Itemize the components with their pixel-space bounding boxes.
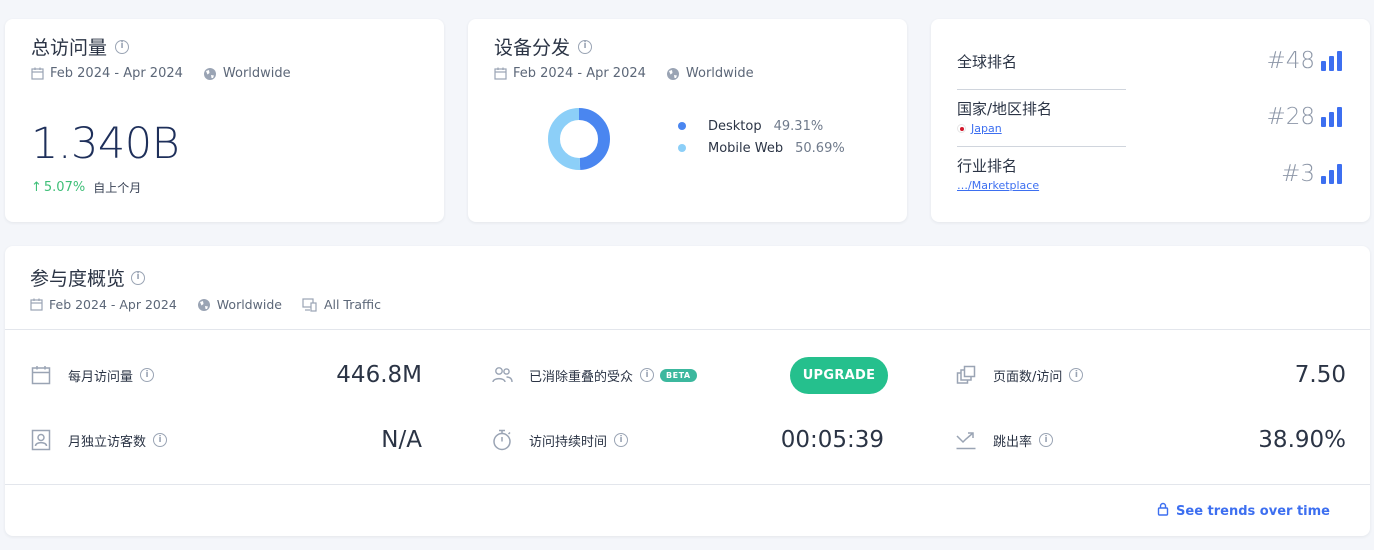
date-range: Feb 2024 - Apr 2024: [513, 66, 646, 81]
users-icon: [491, 364, 513, 386]
info-icon[interactable]: i: [140, 368, 155, 382]
date-range: Feb 2024 - Apr 2024: [50, 66, 183, 81]
bounce-rate-label: 跳出率: [993, 434, 1033, 450]
pages-per-visit-label: 页面数/访问: [993, 369, 1063, 385]
see-trends-link[interactable]: See trends over time: [1157, 502, 1330, 520]
legend-dot-mobile: [678, 144, 686, 152]
pages-per-visit-value: 7.50: [1294, 362, 1346, 388]
total-visits-title-row: 总访问量 i: [31, 33, 418, 60]
country-rank-row: 国家/地区排名 Japan #28: [957, 98, 1342, 135]
device-meta: Feb 2024 - Apr 2024 Worldwide: [494, 66, 881, 81]
info-icon[interactable]: i: [578, 39, 593, 54]
country-link[interactable]: Japan: [971, 122, 1002, 135]
legend-item-desktop: Desktop 49.31%: [678, 115, 845, 137]
info-icon[interactable]: i: [131, 270, 146, 285]
country-rank-value: #28: [1266, 104, 1342, 130]
ranking-card: 全球排名 #48 国家/地区排名 Japan #28 行业排名 …/Market…: [931, 19, 1370, 222]
engagement-overview-card: 参与度概览 i Feb 2024 - Apr 2024 Worldwide Al…: [5, 246, 1370, 536]
total-visits-meta: Feb 2024 - Apr 2024 Worldwide: [31, 66, 418, 81]
visit-duration-label: 访问持续时间: [529, 434, 608, 450]
legend-dot-desktop: [678, 122, 686, 130]
global-rank-value: #48: [1266, 48, 1342, 74]
monthly-visits-label: 每月访问量: [68, 369, 134, 385]
info-icon[interactable]: i: [1039, 433, 1054, 447]
device-distribution-card: 设备分发 i Feb 2024 - Apr 2024 Worldwide Des…: [468, 19, 907, 222]
engagement-meta: Feb 2024 - Apr 2024 Worldwide All Traffi…: [30, 297, 1345, 312]
visit-duration-value: 00:05:39: [780, 427, 884, 453]
change-percentage: 5.07%: [43, 180, 86, 195]
legend-name: Desktop: [708, 118, 762, 134]
rank-bars-icon: [1321, 107, 1342, 127]
globe-icon: [203, 67, 217, 81]
industry-rank-row: 行业排名 …/Marketplace #3: [957, 155, 1342, 192]
pages-per-visit-metric: 页面数/访问 i: [955, 360, 1084, 390]
change-label: 自上个月: [93, 181, 142, 195]
rank-bars-icon: [1321, 164, 1342, 184]
country-rank-number: #28: [1266, 104, 1315, 130]
device-legend: Desktop 49.31% Mobile Web 50.69%: [678, 115, 845, 159]
legend-item-mobile: Mobile Web 50.69%: [678, 137, 845, 159]
japan-flag-icon: [957, 124, 966, 133]
region: Worldwide: [222, 66, 291, 81]
calendar-icon: [30, 298, 43, 311]
device-donut-chart: [548, 108, 610, 170]
date-range: Feb 2024 - Apr 2024: [49, 297, 177, 312]
id-card-icon: [30, 429, 52, 451]
device-title-row: 设备分发 i: [494, 33, 881, 60]
bounce-rate-value: 38.90%: [1258, 427, 1346, 453]
change-up-arrow-icon: ↑: [31, 180, 42, 195]
industry-link[interactable]: …/Marketplace: [957, 179, 1039, 192]
region: Worldwide: [216, 297, 282, 312]
upgrade-button[interactable]: UPGRADE: [790, 357, 888, 394]
info-icon[interactable]: i: [153, 433, 168, 447]
calendar-icon: [30, 364, 52, 386]
pages-icon: [955, 364, 977, 386]
see-trends-label: See trends over time: [1176, 503, 1330, 519]
unique-visitors-value: N/A: [381, 427, 422, 453]
beta-badge: BETA: [660, 368, 697, 382]
global-rank-row: 全球排名 #48: [957, 48, 1342, 74]
engagement-title-row: 参与度概览 i: [30, 264, 1345, 291]
dedup-audience-metric: 已消除重叠的受众 i BETA: [491, 360, 697, 390]
lock-icon: [1157, 502, 1169, 520]
dedup-audience-label: 已消除重叠的受众: [529, 369, 634, 385]
info-icon[interactable]: i: [640, 368, 655, 382]
globe-icon: [197, 298, 211, 312]
calendar-icon: [31, 67, 44, 80]
total-visits-card: 总访问量 i Feb 2024 - Apr 2024 Worldwide 1.3…: [5, 19, 444, 222]
info-icon[interactable]: i: [614, 433, 629, 447]
stopwatch-icon: [491, 429, 513, 451]
unique-visitors-metric: 月独立访客数 i: [30, 425, 168, 455]
engagement-title: 参与度概览: [30, 268, 126, 290]
traffic-type: All Traffic: [323, 297, 381, 312]
legend-pct: 50.69%: [795, 140, 845, 156]
calendar-icon: [494, 67, 507, 80]
divider: [957, 146, 1126, 147]
globe-icon: [666, 67, 680, 81]
devices-icon: [302, 297, 318, 312]
industry-rank-value: #3: [1281, 161, 1342, 187]
rank-bars-icon: [1321, 51, 1342, 71]
region: Worldwide: [685, 66, 754, 81]
footer-divider: [5, 484, 1370, 485]
divider: [957, 89, 1126, 90]
info-icon[interactable]: i: [1069, 368, 1084, 382]
donut-svg: [548, 108, 610, 170]
monthly-visits-metric: 每月访问量 i: [30, 360, 155, 390]
visit-duration-metric: 访问持续时间 i: [491, 425, 629, 455]
total-visits-title: 总访问量: [31, 37, 108, 59]
unique-visitors-label: 月独立访客数: [68, 434, 147, 450]
legend-pct: 49.31%: [773, 118, 824, 134]
device-title: 设备分发: [494, 37, 571, 59]
bounce-rate-metric: 跳出率 i: [955, 425, 1054, 455]
monthly-visits-value: 446.8M: [336, 362, 422, 388]
global-rank-number: #48: [1266, 48, 1315, 74]
legend-name: Mobile Web: [708, 140, 784, 156]
total-visits-value: 1.340B: [31, 119, 180, 169]
info-icon[interactable]: i: [115, 39, 130, 54]
visits-change: ↑ 5.07% 自上个月: [31, 179, 418, 196]
industry-rank-number: #3: [1281, 161, 1315, 187]
engagement-header: 参与度概览 i Feb 2024 - Apr 2024 Worldwide Al…: [5, 246, 1370, 330]
bounce-arrow-icon: [955, 429, 977, 451]
